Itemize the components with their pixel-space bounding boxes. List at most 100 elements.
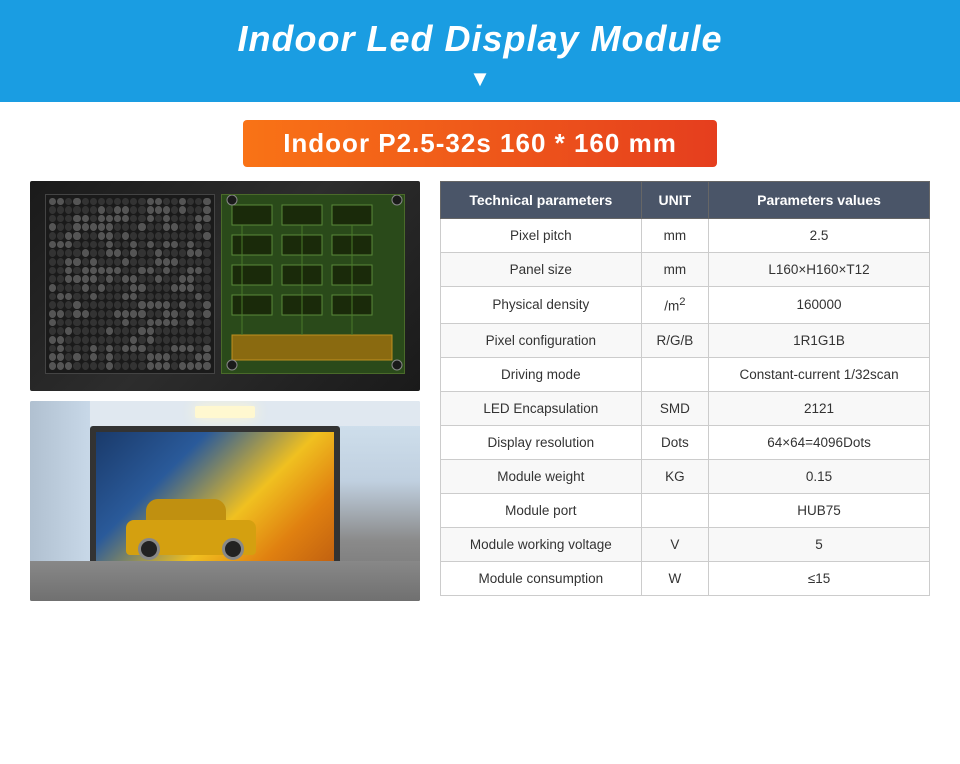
- led-dot: [203, 267, 210, 275]
- led-dot: [65, 258, 72, 266]
- led-dot: [98, 223, 105, 231]
- led-dot: [195, 319, 202, 327]
- images-column: [30, 181, 420, 601]
- led-dot: [90, 241, 97, 249]
- led-dot: [179, 310, 186, 318]
- led-dot: [187, 353, 194, 361]
- led-dot: [114, 293, 121, 301]
- led-dot: [179, 223, 186, 231]
- led-dot: [155, 267, 162, 275]
- led-dot: [90, 258, 97, 266]
- led-dot: [106, 301, 113, 309]
- led-dot: [130, 353, 137, 361]
- led-dot: [57, 215, 64, 223]
- table-body: Pixel pitchmm2.5Panel sizemmL160×H160×T1…: [441, 219, 930, 596]
- led-dot: [171, 267, 178, 275]
- led-dot: [179, 241, 186, 249]
- led-dot: [90, 267, 97, 275]
- led-dot: [65, 232, 72, 240]
- led-dot: [203, 284, 210, 292]
- led-dot: [130, 206, 137, 214]
- led-dot: [203, 206, 210, 214]
- led-dot: [130, 258, 137, 266]
- led-dot: [187, 327, 194, 335]
- led-dot: [179, 258, 186, 266]
- led-dot: [147, 353, 154, 361]
- led-dot: [114, 327, 121, 335]
- led-dot: [155, 362, 162, 370]
- led-dot: [171, 198, 178, 206]
- led-dot: [106, 232, 113, 240]
- led-dot: [49, 232, 56, 240]
- led-dot: [179, 275, 186, 283]
- led-dot: [195, 345, 202, 353]
- led-dot: [147, 241, 154, 249]
- led-dot: [122, 293, 129, 301]
- led-dot: [49, 267, 56, 275]
- led-dot: [122, 327, 129, 335]
- led-dot: [138, 258, 145, 266]
- led-dot: [138, 198, 145, 206]
- led-dot: [163, 362, 170, 370]
- led-dot: [187, 310, 194, 318]
- led-dot: [179, 284, 186, 292]
- led-dot: [82, 336, 89, 344]
- led-dot: [57, 223, 64, 231]
- led-dot: [106, 310, 113, 318]
- led-dot: [130, 293, 137, 301]
- table-row: Module weightKG0.15: [441, 459, 930, 493]
- led-dot: [163, 223, 170, 231]
- led-dot: [82, 258, 89, 266]
- led-dot: [138, 223, 145, 231]
- param-name: Module port: [441, 493, 642, 527]
- led-dot: [106, 267, 113, 275]
- led-dot: [122, 249, 129, 257]
- led-dot: [179, 319, 186, 327]
- led-dot: [73, 353, 80, 361]
- led-dot: [203, 362, 210, 370]
- param-unit: mm: [641, 219, 708, 253]
- led-dot: [49, 223, 56, 231]
- param-unit: V: [641, 527, 708, 561]
- led-dot: [138, 232, 145, 240]
- led-dot: [106, 284, 113, 292]
- led-dot: [122, 353, 129, 361]
- led-dot: [130, 198, 137, 206]
- led-dot: [203, 232, 210, 240]
- led-dot: [73, 223, 80, 231]
- led-dot: [57, 327, 64, 335]
- param-value: 5: [709, 527, 930, 561]
- led-dot: [187, 258, 194, 266]
- led-dot: [203, 293, 210, 301]
- led-dot: [195, 241, 202, 249]
- col-header-params: Technical parameters: [441, 182, 642, 219]
- led-dot: [163, 241, 170, 249]
- led-dot: [65, 284, 72, 292]
- led-dot: [114, 249, 121, 257]
- led-dot: [179, 362, 186, 370]
- param-name: Module consumption: [441, 561, 642, 595]
- pcb-svg: [222, 195, 405, 374]
- led-dot: [163, 258, 170, 266]
- led-dot: [73, 327, 80, 335]
- led-dot: [82, 362, 89, 370]
- pcb-inner: [45, 194, 405, 379]
- led-dot: [138, 293, 145, 301]
- led-dot: [163, 301, 170, 309]
- led-dot: [147, 198, 154, 206]
- led-dot: [195, 206, 202, 214]
- led-dot: [57, 284, 64, 292]
- led-dot: [163, 353, 170, 361]
- led-dot: [163, 336, 170, 344]
- param-unit: R/G/B: [641, 323, 708, 357]
- led-dot: [171, 215, 178, 223]
- led-dot: [65, 249, 72, 257]
- led-dot: [65, 362, 72, 370]
- param-name: LED Encapsulation: [441, 391, 642, 425]
- led-dot: [155, 293, 162, 301]
- led-dot: [57, 258, 64, 266]
- floor: [30, 561, 420, 601]
- led-dot: [179, 215, 186, 223]
- led-dot: [155, 206, 162, 214]
- subheader-section: Indoor P2.5-32s 160 * 160 mm: [0, 102, 960, 181]
